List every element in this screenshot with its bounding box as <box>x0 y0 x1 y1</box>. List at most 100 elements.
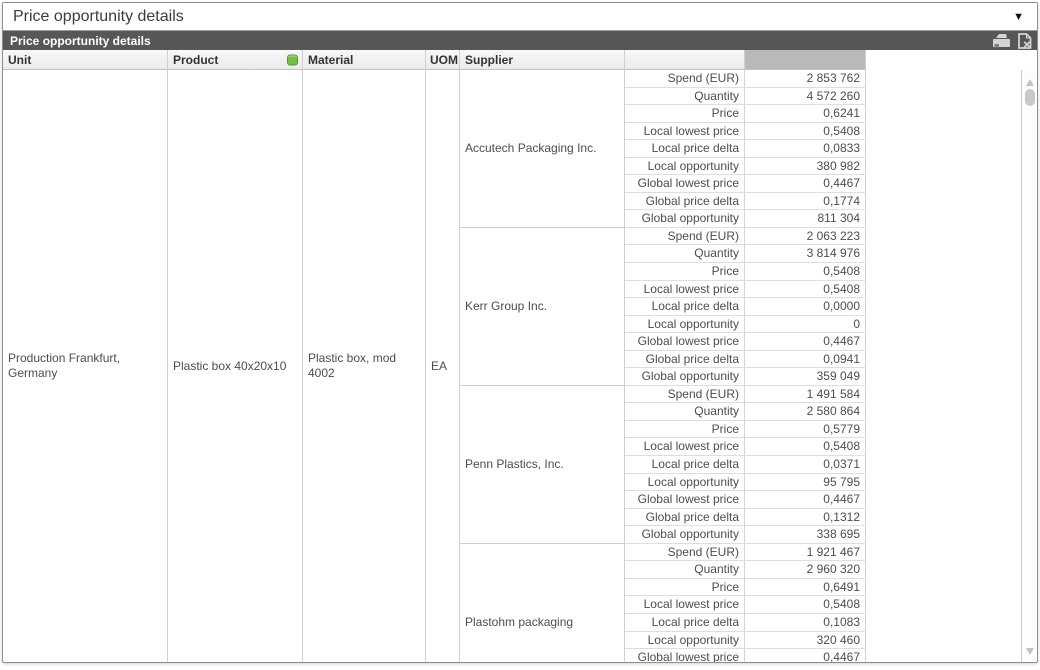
column-header-material-label: Material <box>308 53 353 67</box>
scrollbar-thumb[interactable] <box>1025 89 1035 106</box>
metric-value-cell: 1 921 467 <box>745 544 866 562</box>
column-header-supplier-label: Supplier <box>465 53 513 67</box>
column-header-uom-label: UOM <box>430 53 458 67</box>
metric-row: Local price delta0,0000 <box>625 298 866 316</box>
metric-value-cell: 4 572 260 <box>745 88 866 106</box>
metric-value-cell: 0,4467 <box>745 333 866 351</box>
metric-value-cell: 0,5408 <box>745 263 866 281</box>
metric-value-cell: 0,5408 <box>745 123 866 141</box>
metric-label-cell: Local lowest price <box>625 123 745 141</box>
table-body: Production Frankfurt, Germany Plastic bo… <box>3 70 1037 662</box>
metric-value-cell: 0,0941 <box>745 351 866 369</box>
scrollbar-down-icon[interactable] <box>1026 648 1034 655</box>
product-indicator-icon <box>287 54 298 65</box>
metric-label-cell: Local opportunity <box>625 632 745 650</box>
metric-row: Local price delta0,0833 <box>625 140 866 158</box>
scrollbar-up-icon[interactable] <box>1026 79 1034 86</box>
metric-rows: Spend (EUR)1 921 467Quantity2 960 320Pri… <box>625 544 866 662</box>
column-header-unit[interactable]: Unit <box>3 50 168 70</box>
metric-label-cell: Quantity <box>625 561 745 579</box>
metric-value-cell: 811 304 <box>745 210 866 228</box>
metric-value-cell: 0,1774 <box>745 193 866 211</box>
metric-row: Quantity2 580 864 <box>625 403 866 421</box>
report-selector[interactable]: Price opportunity details ▼ <box>3 3 1037 31</box>
metric-row: Price0,6241 <box>625 105 866 123</box>
metric-label-cell: Local opportunity <box>625 474 745 492</box>
metric-value-cell: 359 049 <box>745 368 866 386</box>
metric-row: Quantity4 572 260 <box>625 88 866 106</box>
metric-row: Global price delta0,1774 <box>625 193 866 211</box>
unit-cell[interactable]: Production Frankfurt, Germany <box>3 70 168 662</box>
body-filler <box>866 70 1037 662</box>
metric-row: Global opportunity338 695 <box>625 526 866 544</box>
metric-label-cell: Global lowest price <box>625 175 745 193</box>
metric-row: Spend (EUR)2 063 223 <box>625 228 866 246</box>
column-header-metric[interactable] <box>625 50 745 70</box>
metric-label-cell: Quantity <box>625 245 745 263</box>
vertical-scrollbar[interactable] <box>1021 70 1037 662</box>
metric-value-cell: 0,5408 <box>745 281 866 299</box>
metric-row: Price0,6491 <box>625 579 866 597</box>
metric-row: Spend (EUR)1 921 467 <box>625 544 866 562</box>
metric-label-cell: Local price delta <box>625 298 745 316</box>
metric-row: Local price delta0,1083 <box>625 614 866 632</box>
print-icon[interactable] <box>991 33 1012 49</box>
metric-value-cell: 0,4467 <box>745 649 866 662</box>
export-icon[interactable] <box>1017 33 1033 49</box>
metric-label-cell: Global price delta <box>625 351 745 369</box>
table-header-row: Unit Product Material UOM Supplier <box>3 50 1037 70</box>
column-header-value[interactable] <box>745 50 866 70</box>
metric-label-cell: Local lowest price <box>625 281 745 299</box>
metric-label-cell: Price <box>625 263 745 281</box>
supplier-name-cell[interactable]: Plastohm packaging <box>460 544 625 662</box>
column-header-unit-label: Unit <box>8 53 31 67</box>
metric-row: Local price delta0,0371 <box>625 456 866 474</box>
metric-label-cell: Global lowest price <box>625 333 745 351</box>
metric-label-cell: Global price delta <box>625 509 745 527</box>
metric-label-cell: Spend (EUR) <box>625 544 745 562</box>
metric-row: Global price delta0,1312 <box>625 509 866 527</box>
metric-row: Global price delta0,0941 <box>625 351 866 369</box>
supplier-block: Plastohm packagingSpend (EUR)1 921 467Qu… <box>460 544 866 662</box>
metric-row: Quantity3 814 976 <box>625 245 866 263</box>
supplier-name-cell[interactable]: Kerr Group Inc. <box>460 228 625 386</box>
metric-row: Local opportunity380 982 <box>625 158 866 176</box>
metric-value-cell: 0,6491 <box>745 579 866 597</box>
metric-value-cell: 320 460 <box>745 632 866 650</box>
metric-row: Global lowest price0,4467 <box>625 491 866 509</box>
metric-value-cell: 0,4467 <box>745 491 866 509</box>
metric-row: Local lowest price0,5408 <box>625 123 866 141</box>
supplier-name-cell[interactable]: Accutech Packaging Inc. <box>460 70 625 228</box>
metric-row: Spend (EUR)1 491 584 <box>625 386 866 404</box>
metric-label-cell: Price <box>625 105 745 123</box>
column-header-product[interactable]: Product <box>168 50 303 70</box>
metric-row: Global lowest price0,4467 <box>625 333 866 351</box>
metric-value-cell: 2 063 223 <box>745 228 866 246</box>
metric-value-cell: 0,0833 <box>745 140 866 158</box>
dropdown-arrow-icon[interactable]: ▼ <box>1013 11 1024 23</box>
supplier-block: Kerr Group Inc.Spend (EUR)2 063 223Quant… <box>460 228 866 386</box>
supplier-block: Penn Plastics, Inc.Spend (EUR)1 491 584Q… <box>460 386 866 544</box>
metric-row: Global lowest price0,4467 <box>625 175 866 193</box>
metric-value-cell: 0,4467 <box>745 175 866 193</box>
supplier-name-cell[interactable]: Penn Plastics, Inc. <box>460 386 625 544</box>
metric-label-cell: Spend (EUR) <box>625 70 745 88</box>
report-selector-value: Price opportunity details <box>13 8 184 26</box>
metric-row: Global lowest price0,4467 <box>625 649 866 662</box>
column-header-uom[interactable]: UOM <box>426 50 460 70</box>
supplier-block: Accutech Packaging Inc.Spend (EUR)2 853 … <box>460 70 866 228</box>
metric-label-cell: Global opportunity <box>625 526 745 544</box>
metric-label-cell: Local price delta <box>625 140 745 158</box>
product-cell[interactable]: Plastic box 40x20x10 <box>168 70 303 662</box>
metric-value-cell: 0,1312 <box>745 509 866 527</box>
column-header-supplier[interactable]: Supplier <box>460 50 625 70</box>
metric-value-cell: 0,0000 <box>745 298 866 316</box>
metric-label-cell: Global lowest price <box>625 649 745 662</box>
metric-value-cell: 3 814 976 <box>745 245 866 263</box>
uom-cell[interactable]: EA <box>426 70 460 662</box>
column-header-material[interactable]: Material <box>303 50 426 70</box>
metric-label-cell: Price <box>625 421 745 439</box>
metric-label-cell: Spend (EUR) <box>625 386 745 404</box>
panel-title: Price opportunity details <box>10 34 151 48</box>
material-cell[interactable]: Plastic box, mod 4002 <box>303 70 426 662</box>
